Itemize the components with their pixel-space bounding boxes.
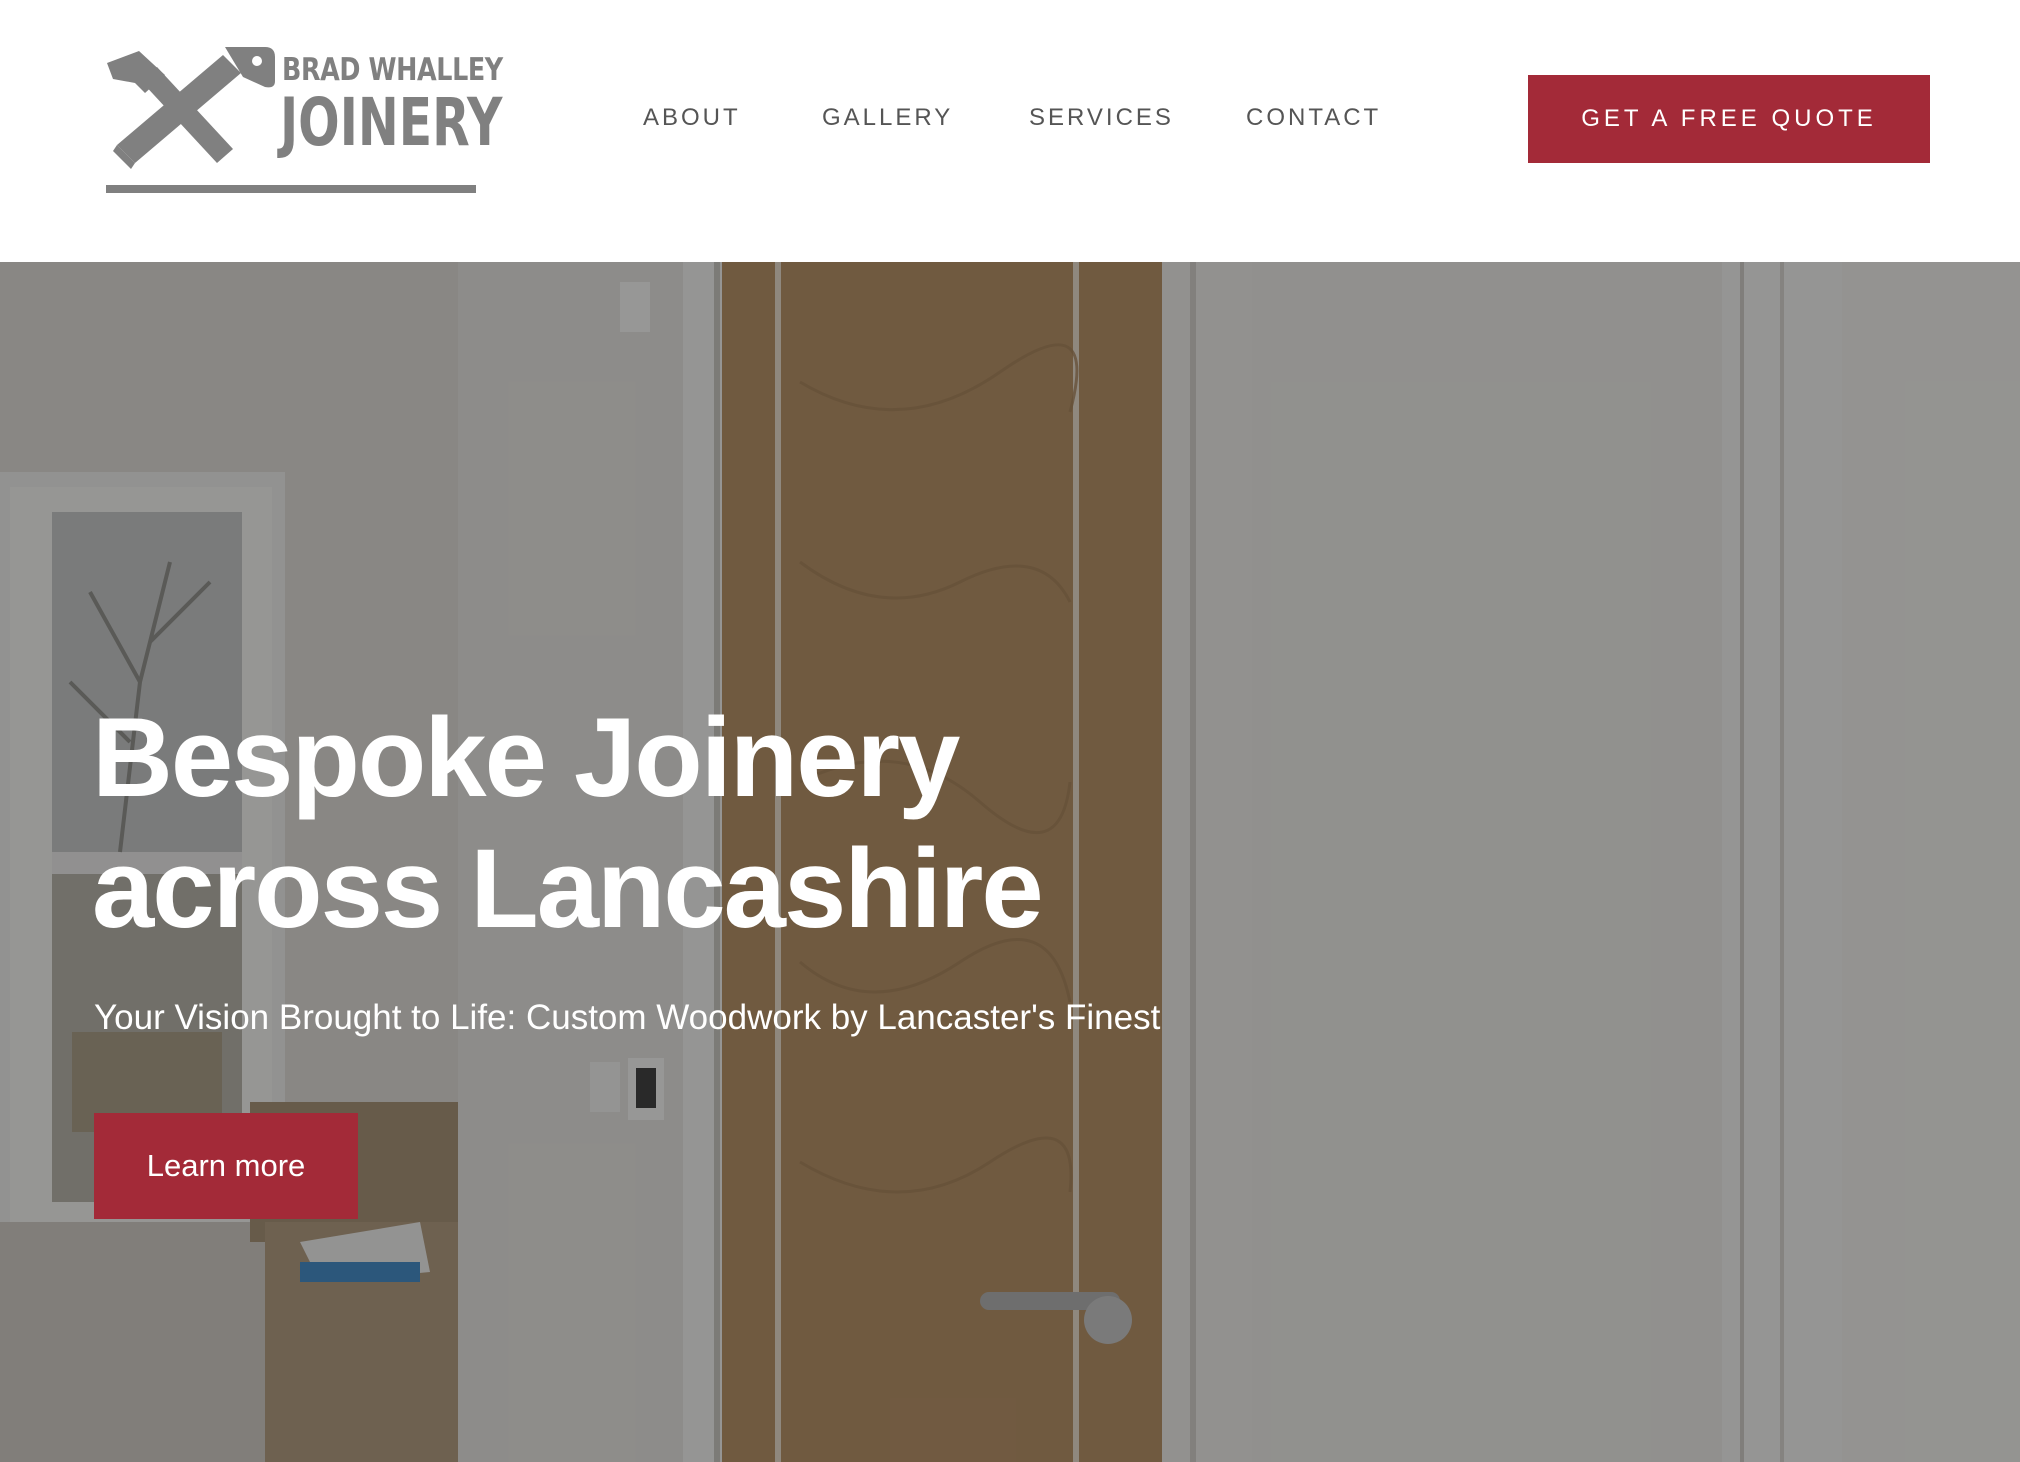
learn-more-button[interactable]: Learn more	[94, 1113, 358, 1219]
hero-heading-line1: Bespoke Joinery	[92, 695, 960, 820]
nav-about[interactable]: ABOUT	[643, 104, 741, 132]
hero-subtitle: Your Vision Brought to Life: Custom Wood…	[94, 998, 1161, 1037]
hero-heading: Bespoke Joinery across Lancashire	[92, 692, 1292, 954]
brand-name-top: BRAD WHALLEY	[282, 52, 503, 88]
hero-heading-line2: across Lancashire	[92, 826, 1044, 951]
free-quote-button[interactable]: GET A FREE QUOTE	[1528, 75, 1930, 163]
hero-section: Bespoke Joinery across Lancashire Your V…	[0, 262, 2020, 1462]
saw-handle-hole	[252, 56, 262, 66]
nav-services[interactable]: SERVICES	[1029, 104, 1174, 132]
site-header: BRAD WHALLEY JOINERY ABOUT GALLERY SERVI…	[0, 0, 2020, 262]
brand-name-main: JOINERY	[280, 84, 503, 161]
nav-contact[interactable]: CONTACT	[1246, 104, 1381, 132]
logo-underline	[106, 185, 476, 193]
nav-gallery[interactable]: GALLERY	[822, 104, 953, 132]
